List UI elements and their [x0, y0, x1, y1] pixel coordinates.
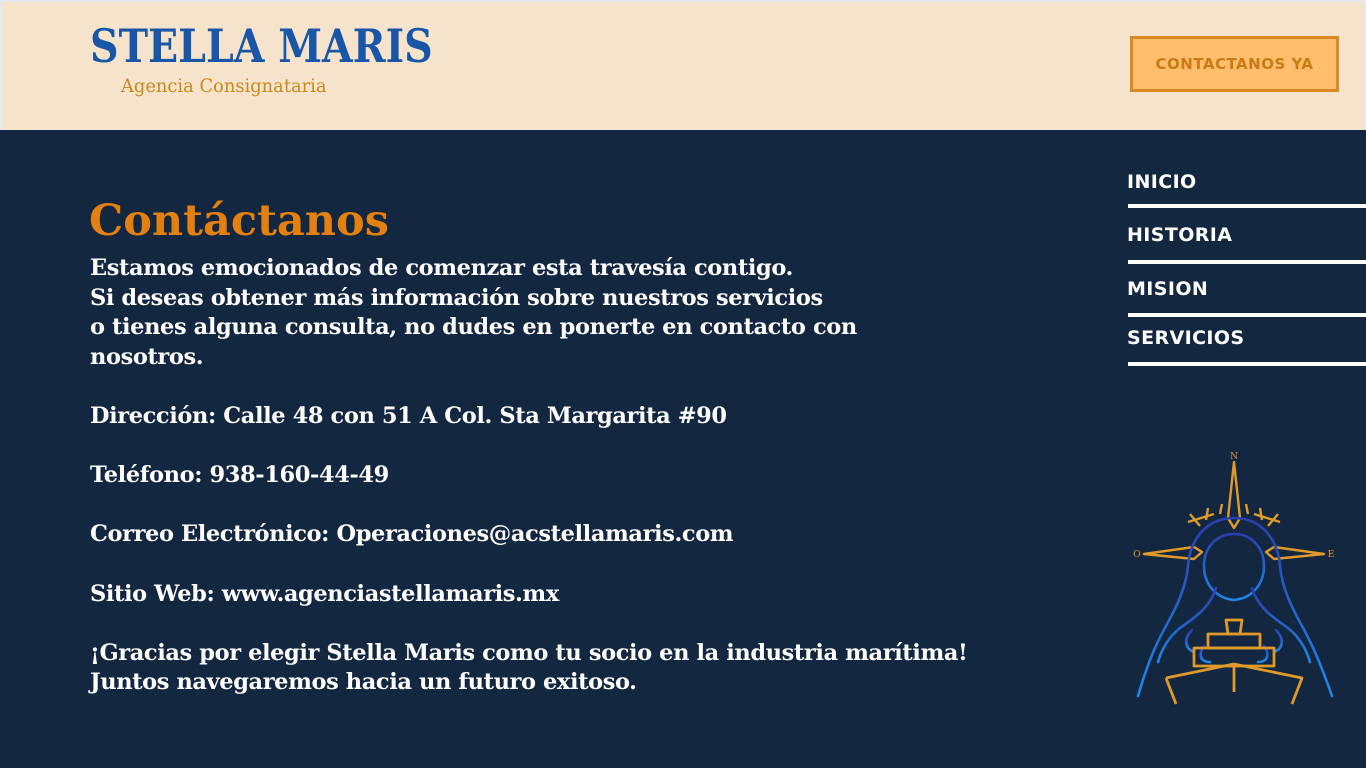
address-paragraph: Dirección: Calle 48 con 51 A Col. Sta Ma…: [90, 402, 1050, 432]
closing-line: ¡Gracias por elegir Stella Maris como tu…: [90, 639, 968, 666]
contact-page: STELLA MARIS Agencia Consignataria CONTA…: [0, 0, 1366, 768]
website-text: Sitio Web: www.agenciastellamaris.mx: [90, 580, 559, 607]
nav-underline: [1128, 204, 1366, 208]
intro-paragraph: Estamos emocionados de comenzar esta tra…: [90, 254, 1050, 372]
website-paragraph: Sitio Web: www.agenciastellamaris.mx: [90, 580, 1050, 610]
nav-item-servicios[interactable]: SERVICIOS: [1127, 324, 1366, 376]
nav-item-label: INICIO: [1127, 171, 1197, 193]
compass-east-letter: E: [1328, 550, 1335, 560]
closing-paragraph: ¡Gracias por elegir Stella Maris como tu…: [90, 639, 1050, 698]
nav-item-label: MISION: [1127, 278, 1209, 300]
side-nav: INICIO HISTORIA MISION SERVICIOS: [1127, 168, 1366, 376]
intro-line: o tienes alguna consulta, no dudes en po…: [90, 314, 857, 341]
nav-item-historia[interactable]: HISTORIA: [1127, 220, 1366, 272]
intro-line: nosotros.: [90, 343, 204, 370]
phone-text: Teléfono: 938-160-44-49: [90, 462, 389, 489]
nav-item-mision[interactable]: MISION: [1127, 272, 1366, 324]
email-paragraph: Correo Electrónico: Operaciones@acstella…: [90, 520, 1050, 550]
logo[interactable]: STELLA MARIS Agencia Consignataria: [90, 18, 433, 108]
page-title: Contáctanos: [89, 195, 389, 246]
nav-underline: [1128, 313, 1366, 317]
nav-item-label: SERVICIOS: [1127, 327, 1245, 349]
intro-line: Si deseas obtener más información sobre …: [90, 284, 823, 311]
nav-item-label: HISTORIA: [1127, 224, 1233, 246]
intro-line: Estamos emocionados de comenzar esta tra…: [90, 255, 793, 281]
closing-line: Juntos navegaremos hacia un futuro exito…: [90, 669, 637, 696]
address-text: Dirección: Calle 48 con 51 A Col. Sta Ma…: [90, 402, 727, 429]
email-text: Correo Electrónico: Operaciones@acstella…: [90, 521, 734, 548]
contact-text: Estamos emocionados de comenzar esta tra…: [90, 254, 1050, 728]
logo-subtitle: Agencia Consignataria: [121, 75, 327, 97]
nav-underline: [1128, 260, 1366, 264]
compass-north-letter: N: [1230, 452, 1238, 462]
phone-paragraph: Teléfono: 938-160-44-49: [90, 461, 1050, 491]
compass-virgin-ship-icon: N O E: [1133, 452, 1335, 705]
nav-item-inicio[interactable]: INICIO: [1127, 168, 1366, 220]
site-header: STELLA MARIS Agencia Consignataria CONTA…: [0, 0, 1366, 130]
contact-now-button[interactable]: CONTACTANOS YA: [1130, 36, 1339, 92]
logo-title: STELLA MARIS: [90, 19, 433, 73]
compass-west-letter: O: [1133, 550, 1140, 560]
nav-underline: [1128, 362, 1366, 366]
